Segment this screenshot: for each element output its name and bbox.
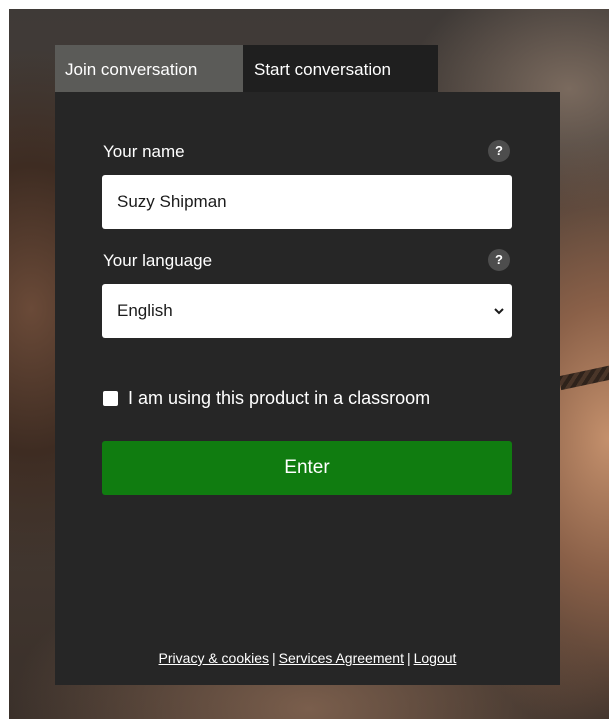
language-help-icon[interactable]: ? xyxy=(488,249,510,271)
name-input[interactable] xyxy=(102,175,512,229)
name-help-icon[interactable]: ? xyxy=(488,140,510,162)
language-select[interactable]: English xyxy=(102,284,512,338)
footer-separator: | xyxy=(272,650,276,666)
start-conversation-panel: Your name ? Your language ? English I am… xyxy=(55,92,560,685)
language-label: Your language xyxy=(103,251,213,270)
classroom-checkbox[interactable] xyxy=(103,390,118,406)
tab-join-conversation[interactable]: Join conversation xyxy=(55,45,243,92)
services-agreement-link[interactable]: Services Agreement xyxy=(279,650,404,666)
classroom-checkbox-label[interactable]: I am using this product in a classroom xyxy=(128,388,430,409)
privacy-cookies-link[interactable]: Privacy & cookies xyxy=(159,650,269,666)
background-glasses-detail xyxy=(558,361,609,391)
conversation-tabs: Join conversation Start conversation xyxy=(55,45,438,92)
footer-separator: | xyxy=(406,650,411,666)
tab-start-conversation[interactable]: Start conversation xyxy=(243,45,438,92)
footer-links: Privacy & cookies | Services Agreement | Log… xyxy=(55,650,560,666)
logout-link[interactable]: Logout xyxy=(414,650,457,666)
name-label: Your name xyxy=(103,142,185,161)
chevron-down-icon xyxy=(494,308,504,315)
language-selected-value: English xyxy=(117,301,173,320)
enter-button[interactable]: Enter xyxy=(102,441,512,495)
classroom-option: I am using this product in a classroom xyxy=(103,386,430,410)
